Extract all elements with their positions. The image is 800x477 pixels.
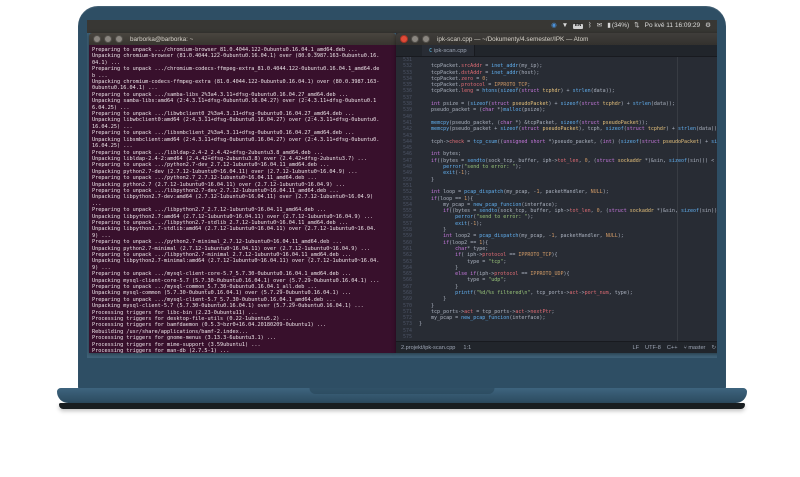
atom-window: ipk-scan.cpp — ~/Dokumenty/4.semester/IP… <box>396 33 717 353</box>
atom-title: ipk-scan.cpp — ~/Dokumenty/4.semester/IP… <box>437 35 589 43</box>
keyboard-layout-indicator[interactable]: EN <box>573 23 583 30</box>
c-language-icon: C <box>429 47 433 54</box>
wrap-guide <box>677 57 678 341</box>
git-branch-indicator[interactable]: ⑂ master <box>683 345 705 351</box>
minimize-button[interactable] <box>411 35 419 43</box>
file-path: 2.projekt/ipk-scan.cpp <box>401 344 456 351</box>
minimize-button[interactable] <box>104 35 112 43</box>
screen: ◉ ▼ EN ᛒ ✉ ▮ (34%) ⇅ Po kvě 11 16:09:29 ⚙ barbork… <box>87 20 717 358</box>
terminal-output: Preparing to unpack .../chromium-browser… <box>92 47 379 353</box>
grammar-indicator[interactable]: C++ <box>667 345 678 351</box>
status-right: LFUTF-8C++⑂master↻Fetch◯GitHub±Git (0)▣1… <box>633 345 718 351</box>
clock[interactable]: Po kvě 11 16:09:29 <box>645 23 701 30</box>
session-arrows-icon[interactable]: ⇅ <box>634 23 639 30</box>
maximize-button[interactable] <box>115 35 123 43</box>
desktop: barborka@barborka: ~ Preparing to unpack… <box>87 33 717 358</box>
code-line: memcpy(pseudo_packet + sizeof(struct pse… <box>431 126 717 133</box>
code-line: tcph->check = tcp_csum((unsigned short *… <box>419 138 717 145</box>
terminal-line: Unpacking chromium-codecs-ffmpeg-extra (… <box>92 79 380 92</box>
messages-icon[interactable]: ✉ <box>597 23 602 30</box>
terminal-line: Unpacking samba-libs:amd64 (2:4.3.11+dfs… <box>92 98 377 111</box>
battery-icon[interactable]: ▮ (34%) <box>607 23 629 30</box>
line-number-gutter: 531 532 533 534 535 536 537 538 539 540 541 542 543 5… <box>396 57 415 341</box>
laptop-base-notch <box>309 388 495 394</box>
encoding-indicator[interactable]: UTF-8 <box>645 345 661 351</box>
terminal-line: Unpacking libwbclient0:amd64 (2:4.3.11+d… <box>92 117 380 130</box>
laptop-base <box>57 388 747 403</box>
laptop-mockup: ◉ ▼ EN ᛒ ✉ ▮ (34%) ⇅ Po kvě 11 16:09:29 ⚙ barbork… <box>57 6 747 410</box>
line-number: 575 <box>402 334 412 341</box>
bluetooth-icon[interactable]: ᛒ <box>588 23 592 30</box>
tab-ipk-scan-cpp[interactable]: C ipk-scan.cpp <box>422 45 475 56</box>
maximize-button[interactable] <box>422 35 430 43</box>
terminal-line: Unpacking libpython2.7-minimal:amd64 (2.… <box>92 258 380 271</box>
terminal-line: Preparing to unpack .../chromium-codecs-… <box>92 66 380 79</box>
terminal-line: Unpacking mysql-client-5.7 (5.7.30-0ubun… <box>92 303 364 310</box>
line-ending-indicator[interactable]: LF <box>633 345 640 351</box>
network-wifi-icon[interactable]: ▼ <box>562 23 568 30</box>
code-pane: tcpPacket.srcAddr = inet_addr(my_ip); tc… <box>415 57 717 341</box>
terminal-line: Preparing to unpack .../python2.7-minima… <box>92 239 342 246</box>
git-branch-indicator-icon: ⑂ <box>683 344 687 351</box>
terminal-body[interactable]: Preparing to unpack .../chromium-browser… <box>89 45 396 353</box>
system-tray: ◉ ▼ EN ᛒ ✉ ▮ (34%) ⇅ Po kvě 11 16:09:29 ⚙ <box>551 23 711 30</box>
laptop-lid: ◉ ▼ EN ᛒ ✉ ▮ (34%) ⇅ Po kvě 11 16:09:29 ⚙ barbork… <box>78 6 726 392</box>
indicator-applet-icon[interactable]: ◉ <box>551 23 557 30</box>
tab-bar: C ipk-scan.cpp <box>396 45 717 57</box>
status-bar: 2.projekt/ipk-scan.cpp 1:1 LF UTF-8 C++ ⑂ ma… <box>396 341 717 353</box>
git-fetch-button[interactable]: ↻Fetch <box>711 345 717 351</box>
terminal-titlebar: barborka@barborka: ~ <box>89 33 396 45</box>
terminal-window: barborka@barborka: ~ Preparing to unpack… <box>89 33 396 353</box>
terminal-line: Unpacking libpython2.7-dev:amd64 (2.7.12… <box>92 194 377 207</box>
settings-gear-icon[interactable]: ⚙ <box>705 23 711 30</box>
terminal-line: Preparing to unpack .../mysql-client-cor… <box>92 271 352 278</box>
code-editor[interactable]: 531 532 533 534 535 536 537 538 539 540 541 542 543 5… <box>396 57 717 341</box>
terminal-line: Unpacking libsmbclient:amd64 (2:4.3.11+d… <box>92 136 380 150</box>
cursor-position[interactable]: 1:1 <box>463 345 471 351</box>
terminal-line: Unpacking chromium-browser (81.0.4044.12… <box>92 53 380 66</box>
status-left: 2.projekt/ipk-scan.cpp 1:1 <box>401 345 471 351</box>
terminal-line: Unpacking mysql-common (5.7.30-0ubuntu0.… <box>92 290 352 297</box>
terminal-line: Processing triggers for man-db (2.7.5-1)… <box>92 348 230 353</box>
close-button[interactable] <box>400 35 408 43</box>
terminal-line: Unpacking python2.7 (2.7.12-1ubuntu0~16.… <box>92 181 345 188</box>
laptop-base-edge <box>59 403 745 409</box>
terminal-line: Preparing to unpack .../libsmbclient_2%3… <box>92 130 355 137</box>
terminal-title: barborka@barborka: ~ <box>130 35 194 43</box>
system-top-bar: ◉ ▼ EN ᛒ ✉ ▮ (34%) ⇅ Po kvě 11 16:09:29 ⚙ <box>87 20 717 33</box>
git-fetch-button-icon: ↻ <box>711 344 717 351</box>
tab-label: ipk-scan.cpp <box>434 47 467 54</box>
close-button[interactable] <box>93 35 101 43</box>
atom-titlebar: ipk-scan.cpp — ~/Dokumenty/4.semester/IP… <box>396 33 717 45</box>
terminal-line: Unpacking libpython2.7-stdlib:amd64 (2.7… <box>92 226 377 239</box>
